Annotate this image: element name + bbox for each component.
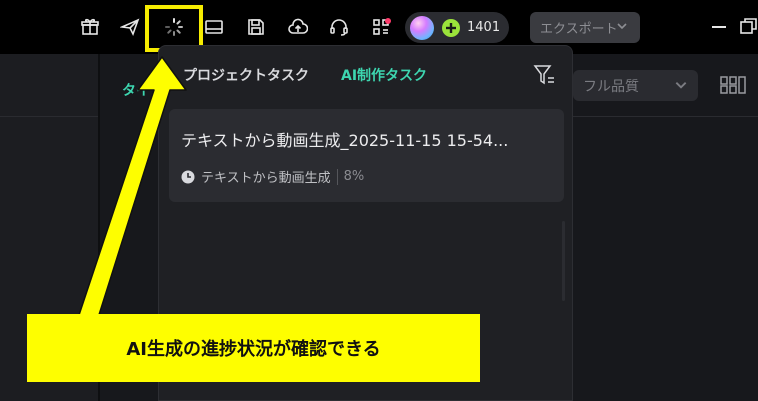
task-title: テキストから動画生成_2025-11-15 15-54...: [181, 131, 509, 150]
export-label: エクスポート: [540, 22, 618, 37]
cloud-upload-icon[interactable]: [284, 13, 312, 41]
clock-icon: [181, 170, 195, 183]
restore-window-icon[interactable]: [740, 18, 758, 34]
scrollbar[interactable]: [562, 221, 565, 301]
credit-count: 1401: [467, 20, 501, 35]
export-button[interactable]: エクスポート: [530, 12, 640, 43]
meta-divider: [336, 168, 338, 185]
right-panel: [573, 54, 758, 401]
callout-box: AI生成の進捗状況が確認できる: [27, 314, 480, 382]
filter-icon[interactable]: [533, 64, 557, 86]
task-meta: テキストから動画生成 8%: [181, 167, 364, 186]
quality-label: フル品質: [583, 78, 639, 95]
credits-badge[interactable]: 1401: [405, 12, 509, 43]
chevron-down-icon: [675, 82, 687, 89]
chevron-down-icon: [617, 23, 627, 30]
callout-text: AI生成の進捗状況が確認できる: [126, 339, 381, 360]
credit-plus-icon: [442, 18, 460, 37]
avatar[interactable]: [410, 15, 434, 40]
task-progress: 8%: [343, 169, 365, 184]
qr-grid-icon[interactable]: [367, 13, 395, 41]
notification-dot: [385, 18, 391, 24]
send-icon[interactable]: [116, 13, 144, 41]
grid-view-icon[interactable]: [720, 75, 746, 95]
layout-icon[interactable]: [200, 13, 228, 41]
gift-icon[interactable]: [76, 13, 104, 41]
tab-ai-tasks[interactable]: AI制作タスク: [341, 65, 427, 85]
headset-icon[interactable]: [325, 13, 353, 41]
quality-select[interactable]: フル品質: [573, 70, 698, 101]
minimize-button[interactable]: [712, 26, 726, 28]
partial-tab-label[interactable]: タイ: [122, 80, 150, 100]
task-card[interactable]: テキストから動画生成_2025-11-15 15-54... テキストから動画生…: [169, 109, 564, 202]
task-type: テキストから動画生成: [201, 171, 331, 186]
tab-project-tasks[interactable]: プロジェクトタスク: [183, 65, 309, 85]
save-icon[interactable]: [242, 13, 270, 41]
